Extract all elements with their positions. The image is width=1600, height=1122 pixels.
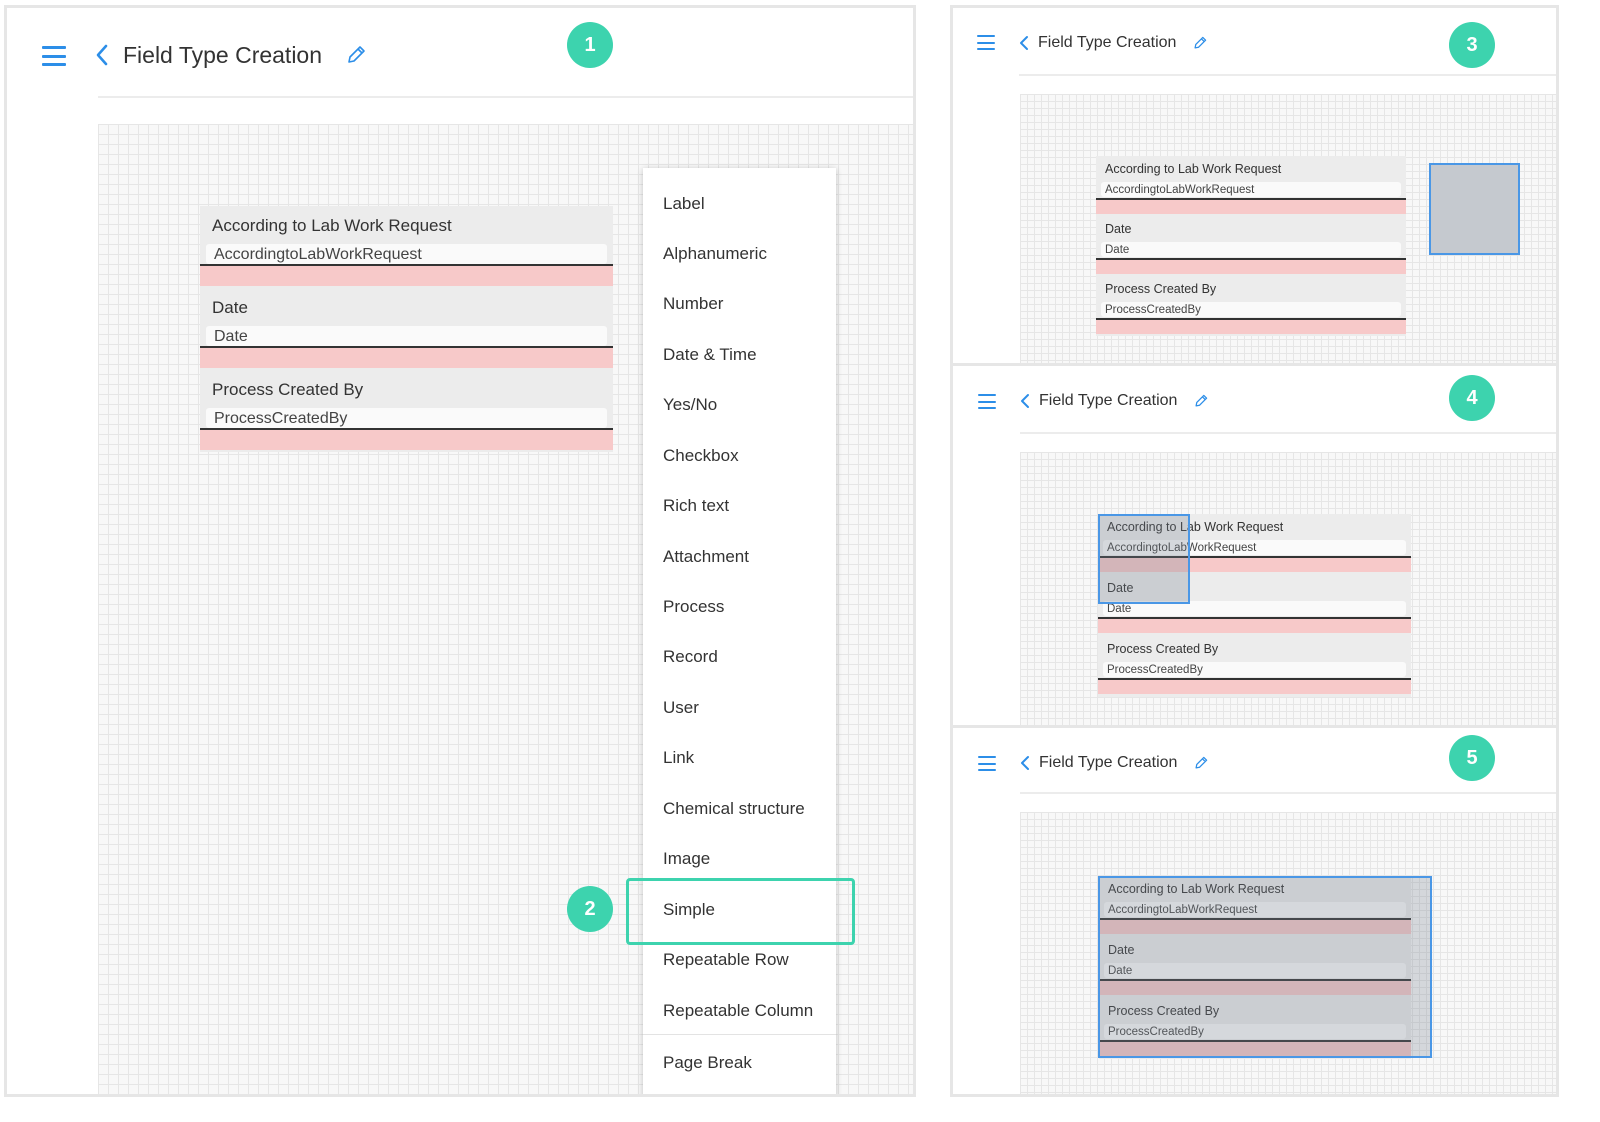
field-label: According to Lab Work Request <box>1105 162 1282 176</box>
title-row: Field Type Creation <box>1020 390 1208 412</box>
field-value: AccordingtoLabWorkRequest <box>1105 184 1255 196</box>
field-value: ProcessCreatedBy <box>1107 664 1203 676</box>
field-label: According to Lab Work Request <box>212 216 452 235</box>
error-band <box>1098 680 1411 694</box>
field-label: Process Created By <box>212 380 364 399</box>
field-input[interactable]: Date <box>1101 242 1401 257</box>
simple-field-selection[interactable] <box>1098 514 1190 604</box>
pencil-icon[interactable] <box>1194 394 1208 408</box>
field-value: ProcessCreatedBy <box>1105 304 1201 316</box>
field-value: Date <box>1105 244 1130 256</box>
menu-icon[interactable] <box>42 46 66 66</box>
menu-item-link[interactable]: Link <box>663 748 694 768</box>
page-title: Field Type Creation <box>1039 754 1178 771</box>
field-label: Date <box>1105 222 1132 236</box>
field-value: Date <box>1107 603 1132 615</box>
error-band <box>200 266 613 286</box>
menu-item-yes-no[interactable]: Yes/No <box>663 395 717 415</box>
error-band <box>1096 260 1406 274</box>
new-simple-field-placeholder[interactable] <box>1429 163 1520 255</box>
menu-item-alphanumeric[interactable]: Alphanumeric <box>663 244 767 264</box>
header-divider <box>1019 74 1556 76</box>
page-title: Field Type Creation <box>123 41 323 68</box>
panel-5-preview: Field Type Creation 5 According to Lab W… <box>950 725 1559 1097</box>
menu-item-attachment[interactable]: Attachment <box>663 547 749 567</box>
pencil-icon[interactable] <box>1193 36 1207 50</box>
pencil-icon[interactable] <box>346 45 366 65</box>
error-band <box>200 430 613 450</box>
form-field[interactable]: Process Created By ProcessCreatedBy <box>1096 276 1406 336</box>
field-label: Process Created By <box>1105 282 1217 296</box>
menu-item-date-time[interactable]: Date & Time <box>663 345 757 365</box>
step-badge-3: 3 <box>1449 22 1495 68</box>
step-badge-2: 2 <box>567 886 613 932</box>
form-field[interactable]: Process Created By ProcessCreatedBy <box>1098 636 1411 697</box>
menu-item-user[interactable]: User <box>663 698 699 718</box>
menu-icon[interactable] <box>978 394 996 409</box>
menu-item-label[interactable]: Label <box>663 194 705 214</box>
menu-item-repeatable-row[interactable]: Repeatable Row <box>663 950 789 970</box>
panel-1-main-editor: Field Type Creation 1 According to Lab W… <box>4 5 916 1097</box>
form-field[interactable]: Date Date <box>200 288 613 370</box>
title-row: Field Type Creation <box>95 38 366 72</box>
field-value: AccordingtoLabWorkRequest <box>214 246 422 263</box>
panel-3-preview: Field Type Creation 3 According to Lab W… <box>950 5 1559 367</box>
field-value: Date <box>214 328 248 345</box>
header-divider <box>98 96 913 98</box>
menu-item-repeatable-column[interactable]: Repeatable Column <box>663 1001 813 1021</box>
menu-item-process[interactable]: Process <box>663 597 724 617</box>
title-row: Field Type Creation <box>1019 32 1207 54</box>
page-title: Field Type Creation <box>1039 392 1178 409</box>
menu-icon[interactable] <box>978 756 996 771</box>
pencil-icon[interactable] <box>1194 756 1208 770</box>
error-band <box>1096 320 1406 334</box>
panel-4-preview: Field Type Creation 4 According to Lab W… <box>950 363 1559 729</box>
simple-highlight <box>626 878 855 945</box>
chevron-left-icon[interactable] <box>1019 35 1029 51</box>
step-badge-1: 1 <box>567 22 613 68</box>
menu-item-rich-text[interactable]: Rich text <box>663 496 729 516</box>
page-title: Field Type Creation <box>1038 34 1177 51</box>
field-type-menu[interactable]: Label Alphanumeric Number Date & Time Ye… <box>643 168 836 1094</box>
menu-divider <box>643 1034 836 1035</box>
menu-item-checkbox[interactable]: Checkbox <box>663 446 739 466</box>
error-band <box>1096 200 1406 214</box>
simple-field-expanded-selection[interactable] <box>1098 876 1432 1058</box>
field-input[interactable]: ProcessCreatedBy <box>1103 662 1406 677</box>
form-fields: According to Lab Work Request Accordingt… <box>200 206 613 452</box>
field-input[interactable]: ProcessCreatedBy <box>1101 302 1401 317</box>
field-input[interactable]: AccordingtoLabWorkRequest <box>206 244 607 264</box>
field-label: Date <box>212 298 248 317</box>
chevron-left-icon[interactable] <box>1020 755 1030 771</box>
title-row: Field Type Creation <box>1020 752 1208 774</box>
menu-item-page-break[interactable]: Page Break <box>663 1053 752 1073</box>
header-divider <box>1020 432 1556 434</box>
field-input[interactable]: Date <box>206 326 607 346</box>
form-field[interactable]: Date Date <box>1096 216 1406 276</box>
error-band <box>200 348 613 368</box>
menu-item-number[interactable]: Number <box>663 294 723 314</box>
step-badge-4: 4 <box>1449 375 1495 421</box>
form-fields: According to Lab Work Request Accordingt… <box>1096 156 1406 336</box>
menu-item-chemical-structure[interactable]: Chemical structure <box>663 799 805 819</box>
field-value: ProcessCreatedBy <box>214 410 348 427</box>
menu-item-image[interactable]: Image <box>663 849 710 869</box>
field-input[interactable]: ProcessCreatedBy <box>206 408 607 428</box>
step-badge-5: 5 <box>1449 735 1495 781</box>
menu-item-record[interactable]: Record <box>663 647 718 667</box>
chevron-left-icon[interactable] <box>95 44 109 66</box>
chevron-left-icon[interactable] <box>1020 393 1030 409</box>
header-divider <box>1020 792 1556 794</box>
error-band <box>1098 619 1411 633</box>
field-label: Process Created By <box>1107 642 1219 656</box>
form-field[interactable]: According to Lab Work Request Accordingt… <box>1096 156 1406 216</box>
menu-icon[interactable] <box>977 35 995 50</box>
form-field[interactable]: Process Created By ProcessCreatedBy <box>200 370 613 452</box>
field-input[interactable]: AccordingtoLabWorkRequest <box>1101 182 1401 197</box>
form-field[interactable]: According to Lab Work Request Accordingt… <box>200 206 613 288</box>
